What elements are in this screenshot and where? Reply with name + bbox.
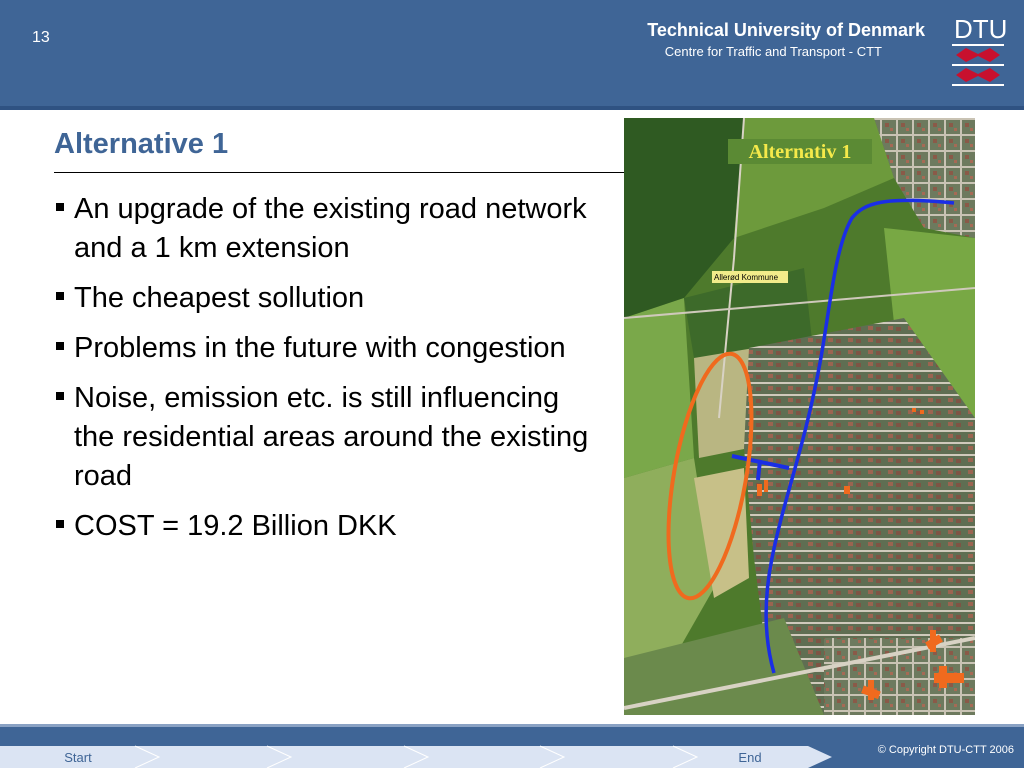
bullet-item: Problems in the future with congestion [54, 329, 594, 368]
nav-start-button[interactable]: Start [0, 746, 159, 768]
aerial-map-image: Alternativ 1 Allerød Kommune [624, 118, 975, 715]
nav-end-label: End [738, 750, 761, 765]
footer-divider [0, 724, 1024, 727]
bullet-text: Problems in the future with congestion [74, 332, 566, 364]
aerial-map-drawing: Alternativ 1 Allerød Kommune [624, 118, 975, 715]
logo-text: DTU [954, 14, 1006, 44]
nav-end-button[interactable]: End [670, 746, 832, 768]
nav-step-button[interactable] [401, 746, 564, 768]
nav-step-button[interactable] [537, 746, 697, 768]
bullet-marker-icon [56, 392, 64, 400]
bullet-marker-icon [56, 520, 64, 528]
bullet-item: COST = 19.2 Billion DKK [54, 507, 594, 546]
copyright-text: © Copyright DTU-CTT 2006 [877, 744, 1014, 756]
university-name: Technical University of Denmark [647, 20, 925, 40]
bullet-marker-icon [56, 342, 64, 350]
slide-title: Alternative 1 [54, 128, 229, 160]
map-caption: Alternativ 1 [749, 141, 852, 163]
bullet-text: COST = 19.2 Billion DKK [74, 510, 397, 542]
bullet-item: An upgrade of the existing road network … [54, 190, 594, 268]
title-underline [54, 172, 626, 173]
bullet-item: Noise, emission etc. is still influencin… [54, 379, 594, 496]
header-divider [0, 106, 1024, 110]
nav-step-button[interactable] [264, 746, 428, 768]
bullet-item: The cheapest sollution [54, 279, 594, 318]
centre-name: Centre for Traffic and Transport - CTT [664, 44, 882, 59]
slide-header: 13 Technical University of Denmark Centr… [0, 0, 1024, 110]
nav-start-label: Start [64, 750, 92, 765]
bullet-text: The cheapest sollution [74, 282, 365, 314]
bullet-text: Noise, emission etc. is still influencin… [74, 382, 589, 492]
bullet-list: An upgrade of the existing road network … [54, 190, 594, 557]
page-number: 13 [32, 29, 50, 46]
bullet-marker-icon [56, 292, 64, 300]
navigation-bar: Start End [0, 745, 832, 769]
bullet-text: An upgrade of the existing road network … [74, 193, 587, 264]
map-place-label: Allerød Kommune [714, 273, 779, 282]
dtu-logo: DTU [952, 14, 1006, 86]
bullet-marker-icon [56, 203, 64, 211]
